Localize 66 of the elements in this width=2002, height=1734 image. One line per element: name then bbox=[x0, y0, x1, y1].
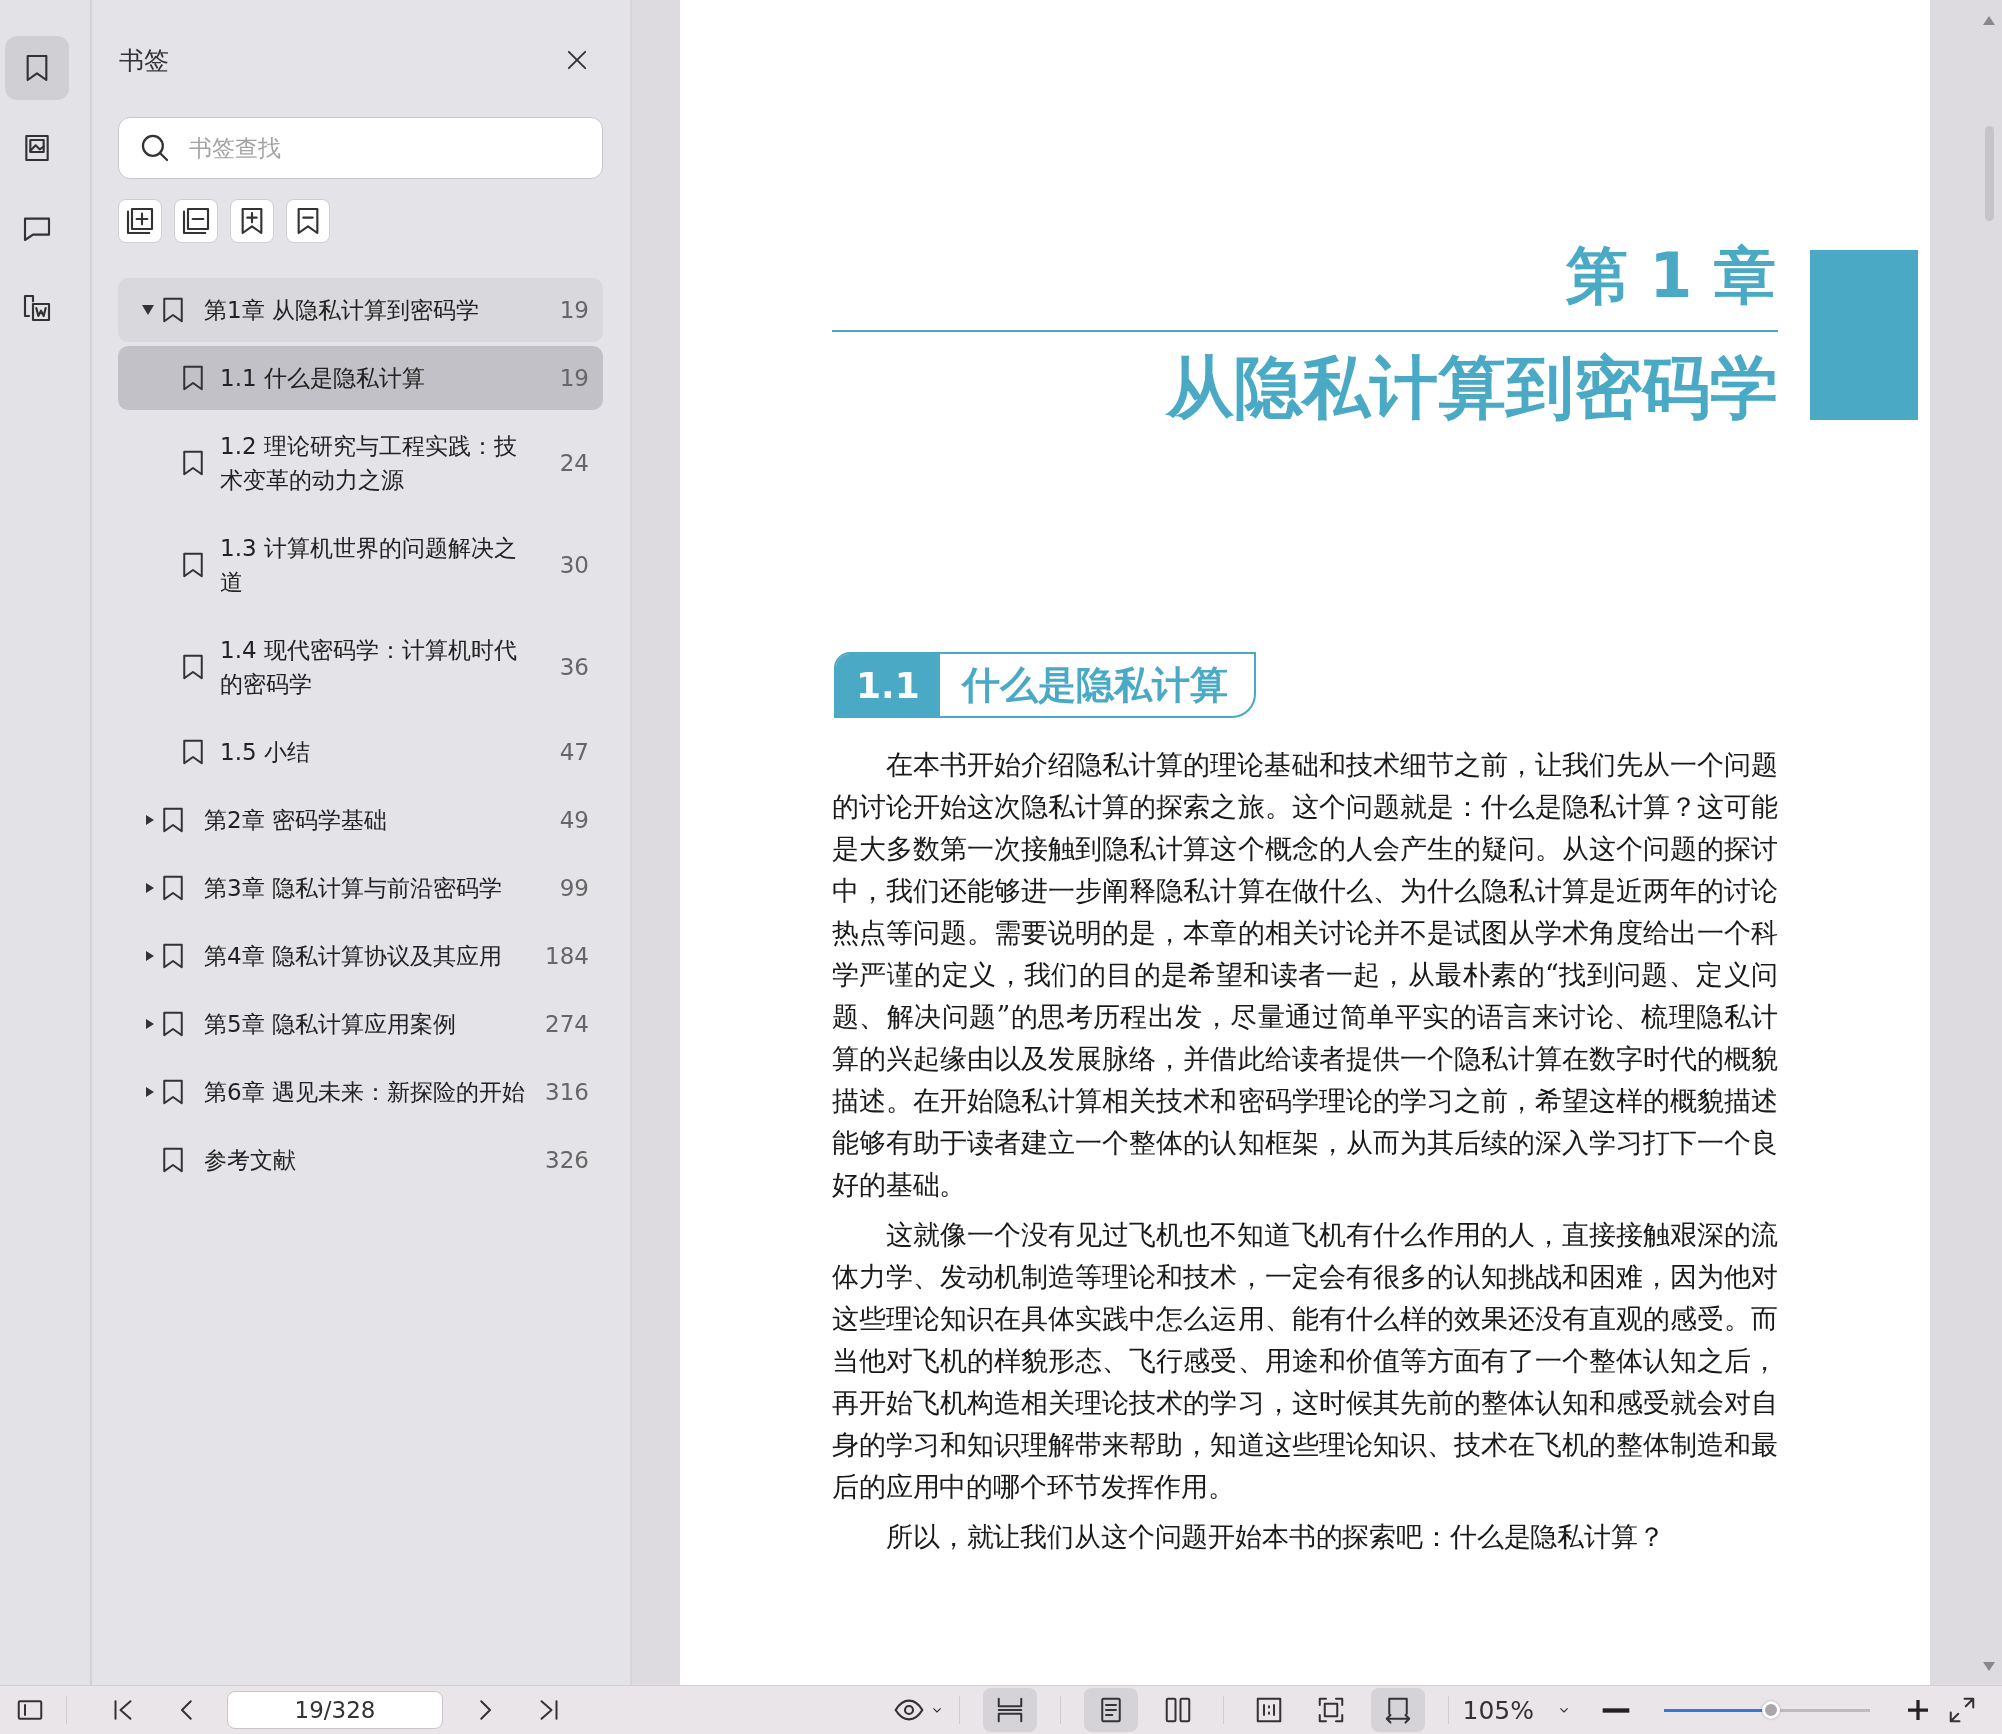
collapse-triangle-icon[interactable] bbox=[142, 305, 154, 315]
page-number: 47 bbox=[558, 739, 589, 765]
bookmark-title: 第3章 隐私计算与前沿密码学 bbox=[204, 874, 503, 903]
body-paragraph: 在本书开始介绍隐私计算的理论基础和技术细节之前，让我们先从一个问题的讨论开始这次隐私计算的探索之旅。这个问题就是：什么是隐私计算？这可能是大多数第一次接触到隐私计算这个概念的人会产生的疑问。从这个问题的探讨中，我们还能够进一步阐释隐私计算在做什么、为什么隐私计算是近两年的讨论热点等问题。需要说明的是，本章的相关讨论并不是试图从学术角度给出一个科学严谨的定义，我们的目的是希望和读者一起，从最朴素的“找到问题、定义问题、解决问题”的思考历程出发，尽量通过简单平实的语言来讨论、梳理隐私计算的兴起缘由以及发展脉络，并借此给读者提供一个隐私计算在数字时代的概貌描述。在开始隐私计算相关技术和密码学理论的学习之前，希望这样的概貌描述能够有助于读者建立一个整体的认知框架，从而为其后续的深入学习打下一个良好的基础。 bbox=[832, 748, 1778, 1202]
bookmark-title: 1.5 小结 bbox=[220, 738, 311, 767]
page-number: 19 bbox=[558, 297, 589, 323]
page-number: 99 bbox=[558, 875, 589, 901]
bookmark-item[interactable]: 第6章 遇见未来：新探险的开始 316 bbox=[118, 1060, 603, 1124]
fullscreen-icon bbox=[1947, 1695, 1977, 1725]
tool-button[interactable] bbox=[174, 199, 218, 243]
minus-icon bbox=[1601, 1707, 1631, 1713]
bookmark-item[interactable]: 1.2 理论研究与工程实践：技术变革的动力之源 24 bbox=[118, 414, 603, 512]
bookmark-item[interactable]: 参考文献 326 bbox=[118, 1128, 603, 1192]
page-number: 326 bbox=[545, 1147, 589, 1173]
bookmark-item[interactable]: 1.4 现代密码学：计算机时代的密码学 36 bbox=[118, 618, 603, 716]
page-number: 316 bbox=[545, 1079, 589, 1105]
chapter-label: 第 1 章 bbox=[1564, 238, 1777, 314]
expand-all-icon bbox=[124, 205, 156, 237]
view-mode-button[interactable] bbox=[1370, 1688, 1425, 1732]
section-number: 1.1 bbox=[836, 654, 940, 716]
bookmark-item[interactable]: 第5章 隐私计算应用案例 274 bbox=[118, 992, 603, 1056]
bookmark-item[interactable]: 1.5 小结 47 bbox=[118, 720, 603, 784]
expand-triangle-icon[interactable] bbox=[146, 883, 154, 893]
tool-button[interactable] bbox=[230, 199, 274, 243]
bookmark-item[interactable]: 第1章 从隐私计算到密码学 19 bbox=[118, 278, 603, 342]
bookmark-title: 1.1 什么是隐私计算 bbox=[220, 364, 426, 393]
bookmark-item[interactable]: 第3章 隐私计算与前沿密码学 99 bbox=[118, 856, 603, 920]
page-number: 184 bbox=[545, 943, 589, 969]
body-paragraph: 这就像一个没有见过飞机也不知道飞机有什么作用的人，直接接触艰深的流体力学、发动机制造等理论和技术，一定会有很多的认知挑战和困难，因为他对这些理论知识在具体实践中怎么运用、能有什么样的效果还没有直观的感受。而当他对飞机的样貌形态、飞行感受、用途和价值等方面有了一个整体认知之后，再开始飞机构造相关理论技术的学习，这时候其先前的整体认知和感受就会对自身的学习和知识理解带来帮助，知道这些理论知识、技术在飞机的整体制造和最后的应用中的哪个环节发挥作用。 bbox=[832, 1218, 1778, 1504]
bookmark-item[interactable]: 第4章 隐私计算协议及其应用 184 bbox=[118, 924, 603, 988]
document-w-icon bbox=[21, 292, 53, 324]
expand-triangle-icon[interactable] bbox=[146, 815, 154, 825]
page-number: 274 bbox=[545, 1011, 589, 1037]
bookmark-item[interactable]: 1.1 什么是隐私计算 19 bbox=[118, 346, 603, 410]
panel-title: 书签 bbox=[119, 44, 169, 77]
bookmark-title: 第4章 隐私计算协议及其应用 bbox=[204, 942, 503, 971]
section-title: 什么是隐私计算 bbox=[960, 661, 1229, 709]
bookmark-title: 1.4 现代密码学：计算机时代的密码学 bbox=[220, 636, 518, 699]
page-number-field[interactable]: 19/328 bbox=[227, 1691, 443, 1729]
body-paragraph: 所以，就让我们从这个问题开始本书的探索吧：什么是隐私计算？ bbox=[885, 1520, 1666, 1554]
bookmark-title: 第2章 密码学基础 bbox=[204, 806, 388, 835]
tool-button[interactable] bbox=[286, 199, 330, 243]
zoom-dropdown[interactable]: 105% bbox=[1462, 1688, 1572, 1732]
page-number: 24 bbox=[558, 450, 589, 476]
bookmark-title: 1.3 计算机世界的问题解决之道 bbox=[220, 534, 518, 597]
page-number: 49 bbox=[558, 807, 589, 833]
view-mode-button[interactable] bbox=[1083, 1688, 1138, 1732]
bookmark-item[interactable]: 第2章 密码学基础 49 bbox=[118, 788, 603, 852]
page-number: 36 bbox=[558, 654, 589, 680]
rail-button[interactable] bbox=[5, 36, 69, 100]
expand-triangle-icon[interactable] bbox=[146, 1087, 154, 1097]
bookmark-title: 参考文献 bbox=[204, 1146, 297, 1175]
view-mode-button[interactable] bbox=[982, 1688, 1037, 1732]
expand-triangle-icon[interactable] bbox=[146, 951, 154, 961]
bookmark-title: 1.2 理论研究与工程实践：技术变革的动力之源 bbox=[220, 432, 518, 495]
bookmark-item[interactable]: 1.3 计算机世界的问题解决之道 30 bbox=[118, 516, 603, 614]
bookmark-title: 第1章 从隐私计算到密码学 bbox=[204, 296, 480, 325]
bookmark-title: 第5章 隐私计算应用案例 bbox=[204, 1010, 457, 1039]
expand-triangle-icon[interactable] bbox=[146, 1019, 154, 1029]
search-field[interactable]: 书签查找 bbox=[118, 117, 603, 179]
tool-button[interactable] bbox=[118, 199, 162, 243]
page-number: 30 bbox=[558, 552, 589, 578]
bookmark-title: 第6章 遇见未来：新探险的开始 bbox=[204, 1078, 526, 1107]
chapter-title: 从隐私计算到密码学 bbox=[1164, 347, 1778, 429]
page-number: 19 bbox=[558, 365, 589, 391]
collapse-all-icon bbox=[180, 205, 212, 237]
